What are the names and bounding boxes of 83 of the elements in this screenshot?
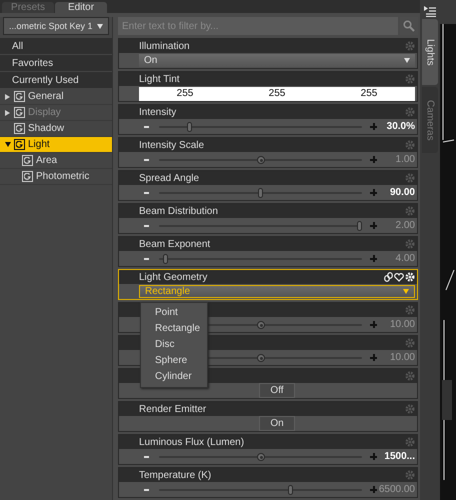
slider-thumb[interactable] xyxy=(186,122,192,132)
property-label: Intensity xyxy=(139,106,178,118)
dropdown[interactable]: Rectangle xyxy=(139,285,415,298)
value-text: 1.00 xyxy=(394,154,415,165)
plus-icon[interactable] xyxy=(370,255,377,262)
property-label: Spread Angle xyxy=(139,172,200,184)
expand-arrow-icon[interactable] xyxy=(4,93,11,100)
color-field[interactable]: 255 255 255 xyxy=(139,86,415,100)
minus-icon[interactable] xyxy=(144,192,149,194)
group-icon xyxy=(14,123,25,134)
minus-icon[interactable] xyxy=(144,126,149,128)
link-icon[interactable] xyxy=(384,272,393,282)
minus-icon[interactable] xyxy=(144,488,149,490)
property-label: Luminous Flux (Lumen) xyxy=(139,436,246,448)
value-text: 6500.00 xyxy=(378,484,415,495)
dropdown-arrow-icon xyxy=(97,24,103,28)
filter-item[interactable]: Favorites xyxy=(0,55,112,72)
slider-thumb[interactable] xyxy=(258,188,263,198)
minus-icon[interactable] xyxy=(144,456,149,458)
slider-thumb[interactable] xyxy=(357,220,362,230)
plus-icon[interactable] xyxy=(370,156,377,163)
group-icon xyxy=(14,91,25,102)
slider-thumb[interactable] xyxy=(256,354,264,362)
menu-item[interactable]: Point xyxy=(141,305,207,321)
filter-item[interactable]: Currently Used xyxy=(0,72,112,89)
property-label: Light Tint xyxy=(139,74,181,84)
tree-item[interactable]: Light xyxy=(0,137,112,153)
property-label: Illumination xyxy=(139,40,191,52)
slider-thumb[interactable] xyxy=(256,156,264,164)
dropdown-arrow-icon xyxy=(403,289,409,294)
tab[interactable]: Editor xyxy=(55,2,107,13)
value-text: 1500... xyxy=(383,451,415,462)
minus-icon[interactable] xyxy=(144,224,149,226)
value-text: 10.00 xyxy=(388,319,415,330)
plus-icon[interactable] xyxy=(370,486,377,493)
tree-item[interactable]: General xyxy=(0,89,112,105)
toggle-button[interactable]: Off xyxy=(259,383,295,398)
menu-item[interactable]: Sphere xyxy=(141,353,207,369)
property-label: Beam Exponent xyxy=(139,238,212,250)
collapse-arrow-icon[interactable] xyxy=(4,141,11,148)
plus-icon[interactable] xyxy=(370,123,377,130)
tree-item[interactable]: Shadow xyxy=(0,121,112,137)
tree-item[interactable]: Photometric xyxy=(0,169,112,185)
value-text: 10.00 xyxy=(388,352,415,363)
panel-menu-icon[interactable] xyxy=(424,6,436,17)
property-label: Intensity Scale xyxy=(139,140,206,150)
menu-item[interactable]: Rectangle xyxy=(141,321,207,337)
property-label: Temperature (K) xyxy=(139,470,212,480)
value-text: 2.00 xyxy=(394,220,415,231)
slider-thumb[interactable] xyxy=(256,452,264,460)
search-icon xyxy=(403,20,415,32)
group-icon xyxy=(14,139,25,150)
group-icon xyxy=(22,155,33,166)
filter-item[interactable]: All xyxy=(0,38,112,55)
toggle-button[interactable]: On xyxy=(259,416,295,431)
menu-item[interactable]: Disc xyxy=(141,337,207,353)
minus-icon[interactable] xyxy=(144,158,149,160)
plus-icon[interactable] xyxy=(370,453,377,460)
dropdown[interactable]: On xyxy=(139,54,415,67)
color-value: 255 xyxy=(360,86,378,100)
property-label: Beam Distribution xyxy=(139,206,219,216)
group-icon xyxy=(14,107,25,118)
dropdown-arrow-icon xyxy=(404,58,410,63)
minus-icon[interactable] xyxy=(144,258,149,260)
group-icon xyxy=(22,171,33,182)
value-text: 4.00 xyxy=(394,253,415,264)
value-text: 30.0% xyxy=(386,121,415,132)
property-label: Render Emitter xyxy=(139,404,208,414)
plus-icon[interactable] xyxy=(370,189,377,196)
side-tab[interactable]: Lights xyxy=(422,19,438,85)
value-text: 90.00 xyxy=(388,187,415,198)
heart-icon[interactable] xyxy=(394,272,404,282)
slider-thumb[interactable] xyxy=(162,254,168,264)
slider-thumb[interactable] xyxy=(256,320,264,328)
preset-dropdown[interactable]: ...ometric Spot Key 1 xyxy=(3,17,109,35)
plus-icon[interactable] xyxy=(370,222,377,229)
plus-icon[interactable] xyxy=(370,354,377,361)
plus-icon[interactable] xyxy=(370,321,377,328)
slider-thumb[interactable] xyxy=(288,484,293,494)
tree-item[interactable]: Area xyxy=(0,153,112,169)
color-value: 255 xyxy=(176,86,194,100)
color-value: 255 xyxy=(268,86,286,100)
property-label: Light Geometry xyxy=(139,272,208,282)
